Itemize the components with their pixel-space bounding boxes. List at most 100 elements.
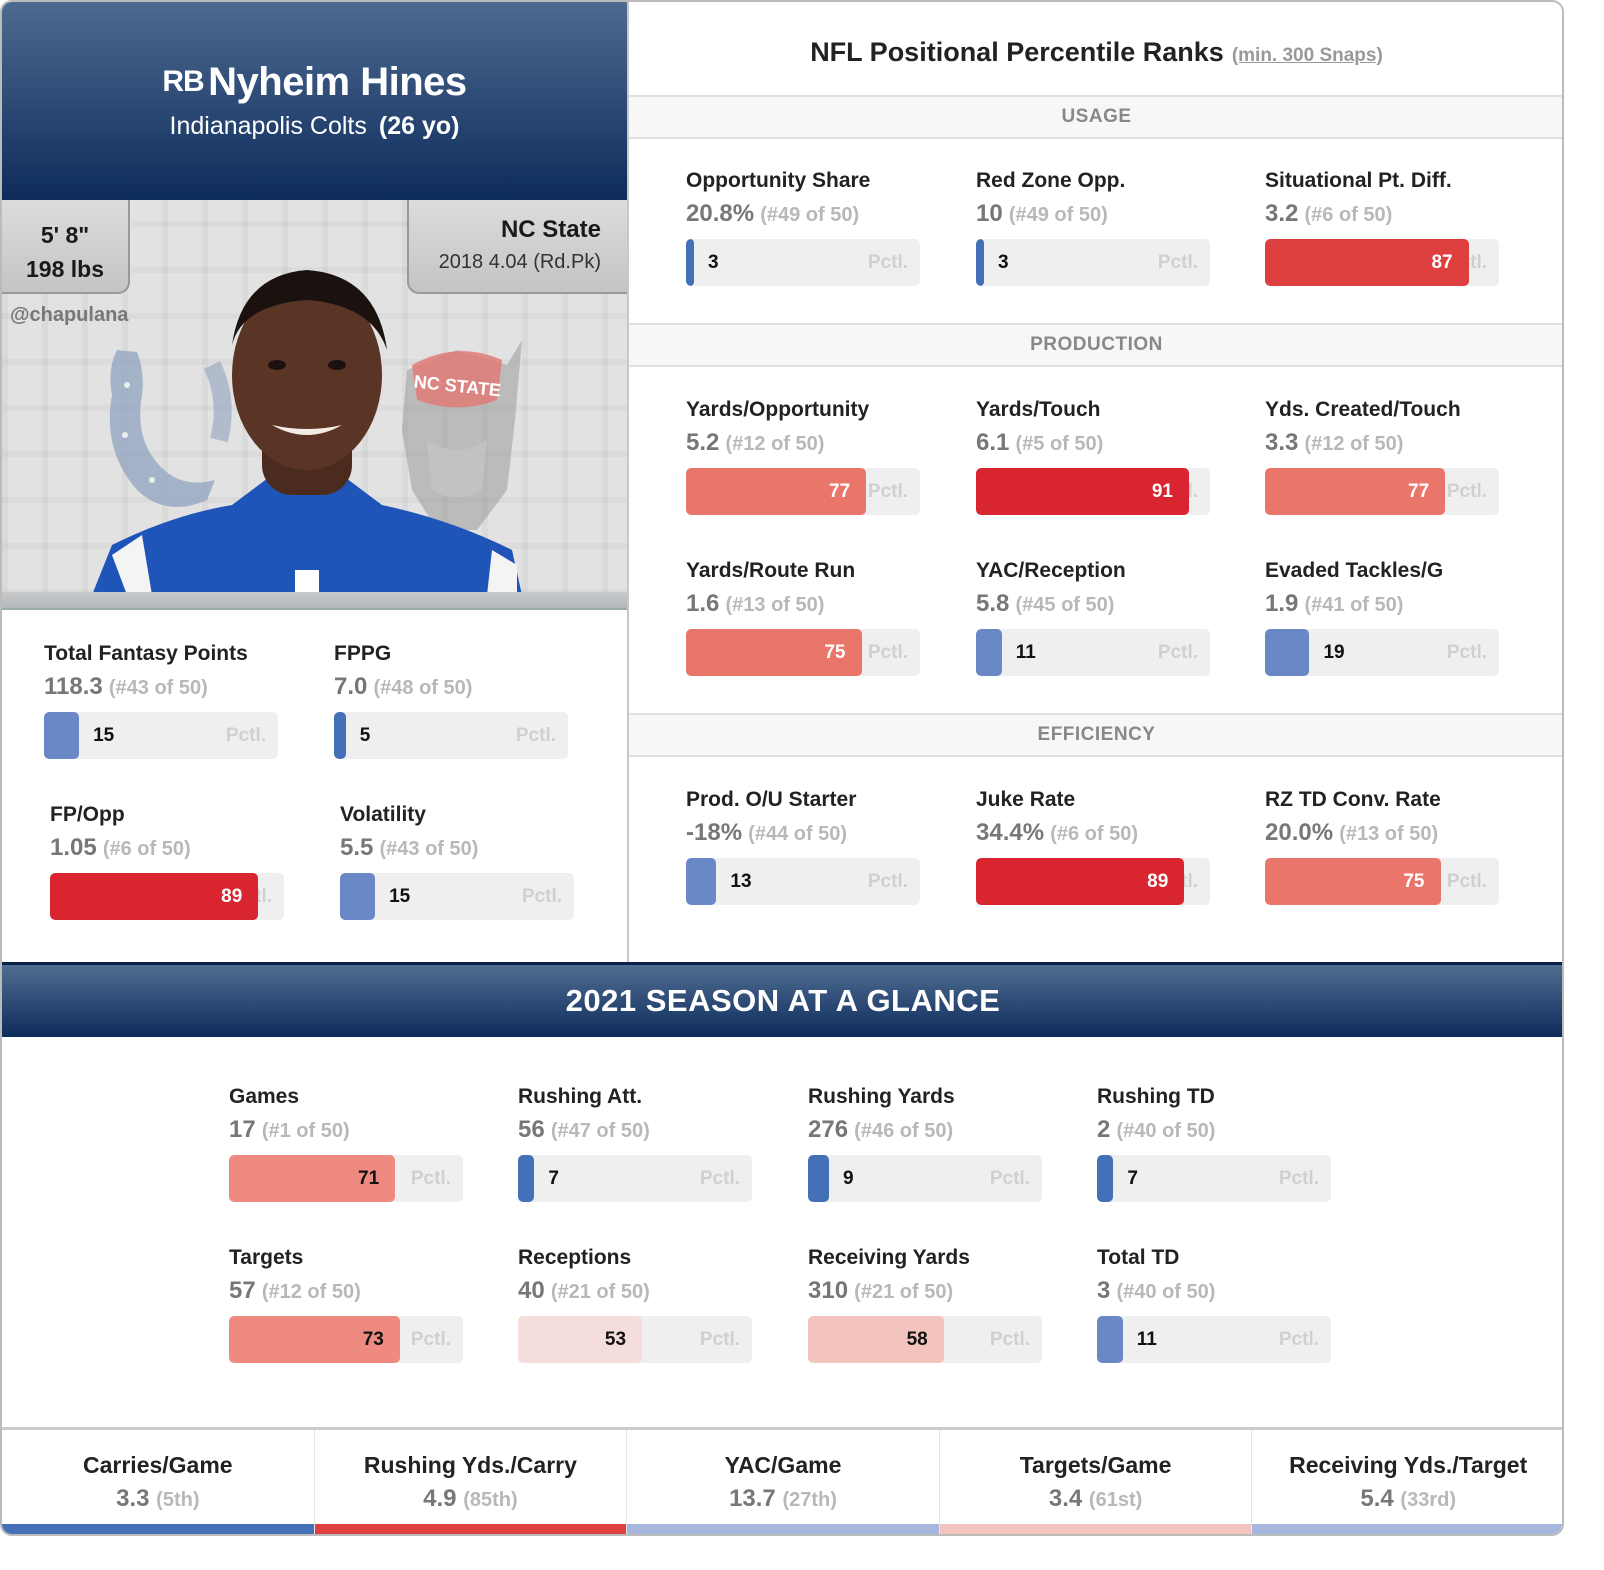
metric-label: Rushing Yards: [808, 1085, 955, 1108]
metric-rank: (#5 of 50): [1015, 433, 1104, 455]
percentile-bar: Pctl. 5: [334, 712, 568, 759]
metric-value-row: 7.0 (#48 of 50): [334, 670, 574, 704]
percentile-bar: Pctl. 58: [808, 1316, 1042, 1363]
percentile-value: 7: [548, 1168, 559, 1189]
metric-rank: (#48 of 50): [373, 677, 473, 699]
metric-label: Volatility: [340, 803, 426, 826]
metric-rank: (#21 of 50): [854, 1281, 954, 1303]
pctl-label: Pctl.: [1278, 1168, 1319, 1189]
metric-label: Yards/Opportunity: [686, 398, 870, 421]
metric-value-row: 3.3 (#12 of 50): [1265, 426, 1505, 460]
metric-value-row: 57 (#12 of 50): [229, 1274, 469, 1308]
metric-value-row: 5.8 (#45 of 50): [976, 587, 1216, 621]
player-card: RB Nyheim Hines Indianapolis Colts (26 yo…: [0, 0, 1564, 1536]
metric-label: Yards/Route Run: [686, 559, 856, 582]
pctl-label: Pctl.: [515, 725, 556, 746]
season-banner: 2021 SEASON AT A GLANCE: [2, 962, 1562, 1037]
pctl-label: Pctl.: [1446, 871, 1487, 892]
percentile-value: 9: [843, 1168, 854, 1189]
metric-value: 276: [808, 1116, 849, 1143]
min-snaps-link[interactable]: (min. 300 Snaps): [1232, 45, 1383, 66]
footer-stat-rank: (61st): [1088, 1489, 1143, 1511]
footer-stat: Receiving Yds./Target 5.4 (33rd): [1252, 1430, 1562, 1534]
metric-value: 5.8: [976, 590, 1010, 617]
metric-rank: (#6 of 50): [1304, 204, 1393, 226]
metric-value: -18%: [686, 819, 743, 846]
percentile-fill: [1097, 1316, 1123, 1363]
footer-stat-value-row: 3.4 (61st): [940, 1482, 1252, 1517]
footer-stat-rank: (27th): [782, 1489, 837, 1511]
metric-value: 20.8%: [686, 200, 755, 227]
pctl-label: Pctl.: [989, 1168, 1030, 1189]
metric-value: 2: [1097, 1116, 1111, 1143]
metric-value: 57: [229, 1277, 256, 1304]
percentile-fill: [808, 1155, 830, 1202]
pctl-label: Pctl.: [225, 725, 266, 746]
metric-value-row: 5.2 (#12 of 50): [686, 426, 926, 460]
player-header: RB Nyheim Hines Indianapolis Colts (26 yo…: [2, 2, 627, 200]
metric-value-row: 20.0% (#13 of 50): [1265, 816, 1505, 850]
percentile-value: 71: [358, 1168, 380, 1189]
percentile-bar: Pctl. 71: [229, 1155, 463, 1202]
footer-stat-label: YAC/Game: [724, 1452, 842, 1478]
ranks-title: NFL Positional Percentile Ranks (min. 300…: [629, 37, 1562, 68]
metric-card: FP/Opp 1.05 (#6 of 50) Pctl.89: [50, 799, 290, 920]
pctl-label: Pctl.: [1157, 642, 1198, 663]
footer-stat-rank: (5th): [156, 1489, 200, 1511]
metric-label: Receptions: [518, 1246, 632, 1269]
metric-value: 17: [229, 1116, 256, 1143]
footer-stat-value: 3.3: [116, 1485, 150, 1512]
metric-value: 20.0%: [1265, 819, 1334, 846]
metric-value: 1.6: [686, 590, 720, 617]
metric-rank: (#41 of 50): [1304, 594, 1404, 616]
metric-card: Total TD 3 (#40 of 50) Pctl. 11: [1097, 1242, 1337, 1363]
player-height: 5' 8": [40, 222, 90, 248]
percentile-fill: [334, 712, 346, 759]
metric-card: YAC/Reception 5.8 (#45 of 50) Pctl. 11: [976, 555, 1216, 676]
percentile-bar: Pctl. 3: [686, 239, 920, 286]
metric-label: Total Fantasy Points: [44, 642, 248, 665]
footer-stat-value: 3.4: [1048, 1485, 1083, 1512]
player-weight: 198 lbs: [26, 256, 104, 282]
percentile-value: 77: [829, 481, 851, 502]
metric-rank: (#43 of 50): [379, 838, 479, 860]
footer-stat-value: 5.4: [1360, 1485, 1394, 1512]
metric-card: Receptions 40 (#21 of 50) Pctl. 53: [518, 1242, 758, 1363]
metric-label: RZ TD Conv. Rate: [1265, 788, 1441, 811]
metric-card: Yds. Created/Touch 3.3 (#12 of 50) Pctl. 77: [1265, 394, 1505, 515]
metric-value: 40: [518, 1277, 545, 1304]
percentile-value: 5: [359, 725, 371, 746]
percentile-value: 15: [93, 725, 115, 746]
metric-rank: (#49 of 50): [1008, 204, 1108, 226]
metric-value: 310: [808, 1277, 849, 1304]
pctl-label: Pctl.: [521, 886, 562, 907]
percentile-bar: Pctl. 77: [686, 468, 920, 515]
metric-label: Receiving Yards: [808, 1246, 970, 1269]
per-game-footer: Carries/Game 3.3 (5th) Rushing Yds./Carry 4…: [2, 1427, 1562, 1534]
footer-stat-label: Targets/Game: [1019, 1452, 1172, 1478]
metric-label: Games: [229, 1085, 300, 1108]
metric-value: 7.0: [334, 673, 368, 700]
footer-stat-value-row: 3.3 (5th): [2, 1482, 314, 1517]
metric-label: Yards/Touch: [976, 398, 1101, 421]
pctl-label: Pctl.: [989, 1329, 1030, 1350]
pctl-label: Pctl.: [1446, 481, 1487, 502]
metric-value-row: -18% (#44 of 50): [686, 816, 926, 850]
footer-percentile-bar: [2, 1524, 314, 1534]
metric-label: Total TD: [1097, 1246, 1180, 1269]
section-header-production: PRODUCTION: [629, 323, 1562, 367]
percentile-bar: Pctl.91: [976, 468, 1210, 515]
percentile-bar: Pctl.89: [50, 873, 284, 920]
metric-label: Rushing Att.: [518, 1085, 643, 1108]
percentile-bar: Pctl. 53: [518, 1316, 752, 1363]
metric-value-row: 56 (#47 of 50): [518, 1113, 758, 1147]
player-name: Nyheim Hines: [208, 60, 467, 104]
percentile-value: 11: [1136, 1329, 1157, 1350]
metric-card: Yards/Route Run 1.6 (#13 of 50) Pctl. 75: [686, 555, 926, 676]
footer-percentile-bar: [1252, 1524, 1562, 1534]
metric-value: 34.4%: [976, 819, 1045, 846]
metric-card: Prod. O/U Starter -18% (#44 of 50) Pctl. 13: [686, 784, 926, 905]
percentile-value: 13: [730, 871, 752, 892]
player-age: (26 yo): [378, 112, 460, 140]
percentile-bar: Pctl. 9: [808, 1155, 1042, 1202]
